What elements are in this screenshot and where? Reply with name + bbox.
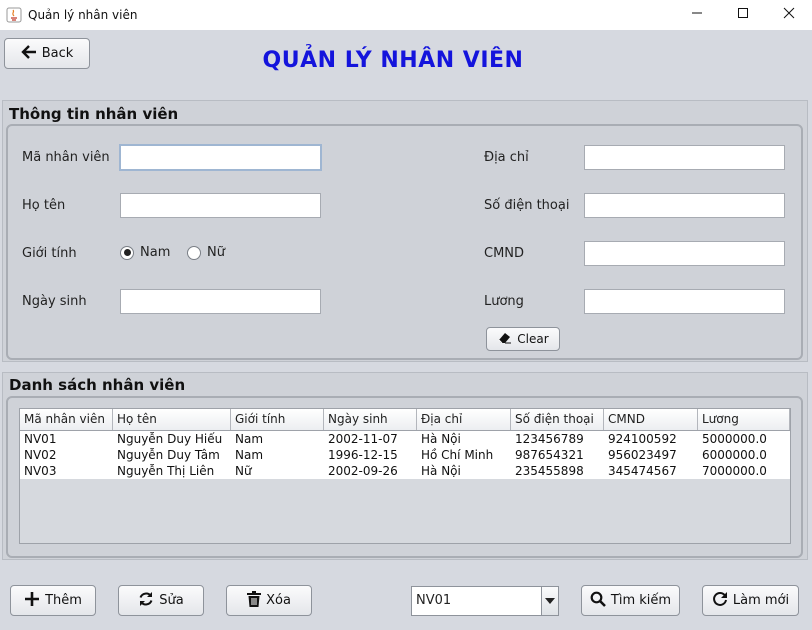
search-label: Tìm kiếm xyxy=(610,593,672,608)
phone-input[interactable] xyxy=(584,193,785,218)
close-button[interactable] xyxy=(766,0,812,30)
gender-radio-female[interactable]: Nữ xyxy=(187,245,225,260)
salary-label: Lương xyxy=(484,294,524,309)
minimize-icon xyxy=(691,7,703,23)
table-cell: 987654321 xyxy=(515,448,584,462)
table-cell: 956023497 xyxy=(608,448,677,462)
birthdate-input[interactable] xyxy=(120,289,321,314)
edit-button[interactable]: Sửa xyxy=(118,585,204,616)
id-card-label: CMND xyxy=(484,246,525,261)
plus-icon xyxy=(24,591,40,611)
table-cell: 2002-09-26 xyxy=(328,464,398,478)
table-cell: Nguyễn Duy Hiếu xyxy=(117,432,223,446)
table-row[interactable]: NV03 Nguyễn Thị Liên Nữ 2002-09-26 Hà Nộ… xyxy=(20,463,790,479)
table-cell: 2002-11-07 xyxy=(328,432,398,446)
phone-label: Số điện thoại xyxy=(484,198,570,213)
table-cell: Nguyễn Thị Liên xyxy=(117,464,215,478)
employee-table[interactable]: Mã nhân viên Họ tên Giới tính Ngày sinh … xyxy=(19,408,791,544)
table-header: Mã nhân viên Họ tên Giới tính Ngày sinh … xyxy=(20,409,790,431)
column-header[interactable]: Địa chỉ xyxy=(417,409,511,430)
delete-label: Xóa xyxy=(266,593,291,608)
table-cell: 7000000.0 xyxy=(702,464,767,478)
full-name-label: Họ tên xyxy=(22,198,66,213)
edit-label: Sửa xyxy=(159,593,184,608)
gender-label: Giới tính xyxy=(22,246,77,261)
radio-unselected-icon xyxy=(187,245,201,260)
table-cell: Nam xyxy=(235,432,264,446)
column-header[interactable]: Họ tên xyxy=(113,409,231,430)
table-cell: Hồ Chí Minh xyxy=(421,448,494,462)
add-button[interactable]: Thêm xyxy=(10,585,96,616)
clear-label: Clear xyxy=(517,332,549,346)
column-header[interactable]: Lương xyxy=(698,409,790,430)
column-header[interactable]: Số điện thoại xyxy=(511,409,604,430)
delete-button[interactable]: Xóa xyxy=(226,585,312,616)
maximize-button[interactable] xyxy=(720,0,766,30)
gender-female-label: Nữ xyxy=(207,245,225,260)
column-header[interactable]: CMND xyxy=(604,409,698,430)
radio-selected-icon xyxy=(120,245,134,260)
table-cell: 924100592 xyxy=(608,432,677,446)
table-cell: 235455898 xyxy=(515,464,584,478)
gender-male-label: Nam xyxy=(140,245,171,260)
address-label: Địa chỉ xyxy=(484,150,529,165)
add-label: Thêm xyxy=(45,593,82,608)
redo-icon xyxy=(712,591,728,611)
full-name-input[interactable] xyxy=(120,193,321,218)
main-window: Back QUẢN LÝ NHÂN VIÊN Thông tin nhân vi… xyxy=(0,30,812,630)
search-button[interactable]: Tìm kiếm xyxy=(581,585,680,616)
trash-icon xyxy=(247,590,262,611)
table-cell: 6000000.0 xyxy=(702,448,767,462)
table-cell: 1996-12-15 xyxy=(328,448,398,462)
column-header[interactable]: Ngày sinh xyxy=(324,409,417,430)
column-header[interactable]: Mã nhân viên xyxy=(20,409,113,430)
table-cell: 123456789 xyxy=(515,432,584,446)
list-panel-title: Danh sách nhân viên xyxy=(9,376,186,394)
table-cell: NV01 xyxy=(24,432,57,446)
table-cell: 5000000.0 xyxy=(702,432,767,446)
refresh-label: Làm mới xyxy=(732,593,790,608)
clear-button[interactable]: Clear xyxy=(486,327,560,351)
table-cell: NV02 xyxy=(24,448,57,462)
select-value: NV01 xyxy=(416,593,452,608)
table-cell: 345474567 xyxy=(608,464,677,478)
close-icon xyxy=(783,7,795,23)
employee-id-input[interactable] xyxy=(119,144,322,171)
info-panel-title: Thông tin nhân viên xyxy=(9,105,179,123)
window-titlebar: Quản lý nhân viên xyxy=(0,0,812,30)
id-card-input[interactable] xyxy=(584,241,785,266)
table-row[interactable]: NV01 Nguyễn Duy Hiếu Nam 2002-11-07 Hà N… xyxy=(20,431,790,447)
gender-radio-male[interactable]: Nam xyxy=(120,245,170,260)
address-input[interactable] xyxy=(584,145,785,170)
table-row[interactable]: NV02 Nguyễn Duy Tâm Nam 1996-12-15 Hồ Ch… xyxy=(20,447,790,463)
employee-id-label: Mã nhân viên xyxy=(22,150,110,165)
page-title: QUẢN LÝ NHÂN VIÊN xyxy=(262,48,524,73)
birthdate-label: Ngày sinh xyxy=(22,294,87,309)
eraser-icon xyxy=(497,331,512,347)
table-cell: Hà Nội xyxy=(421,464,461,478)
search-icon xyxy=(590,591,606,611)
table-cell: Nữ xyxy=(235,464,252,478)
chevron-down-icon[interactable] xyxy=(541,587,558,615)
employee-id-select[interactable]: NV01 xyxy=(411,586,559,616)
minimize-button[interactable] xyxy=(674,0,720,30)
maximize-icon xyxy=(737,7,749,23)
refresh-cycle-icon xyxy=(138,591,154,611)
salary-input[interactable] xyxy=(584,289,785,314)
table-cell: Nam xyxy=(235,448,264,462)
table-cell: NV03 xyxy=(24,464,57,478)
refresh-button[interactable]: Làm mới xyxy=(702,585,799,616)
table-cell: Hà Nội xyxy=(421,432,461,446)
window-title: Quản lý nhân viên xyxy=(28,8,138,22)
java-app-icon xyxy=(6,7,22,23)
table-cell: Nguyễn Duy Tâm xyxy=(117,448,220,462)
column-header[interactable]: Giới tính xyxy=(231,409,324,430)
